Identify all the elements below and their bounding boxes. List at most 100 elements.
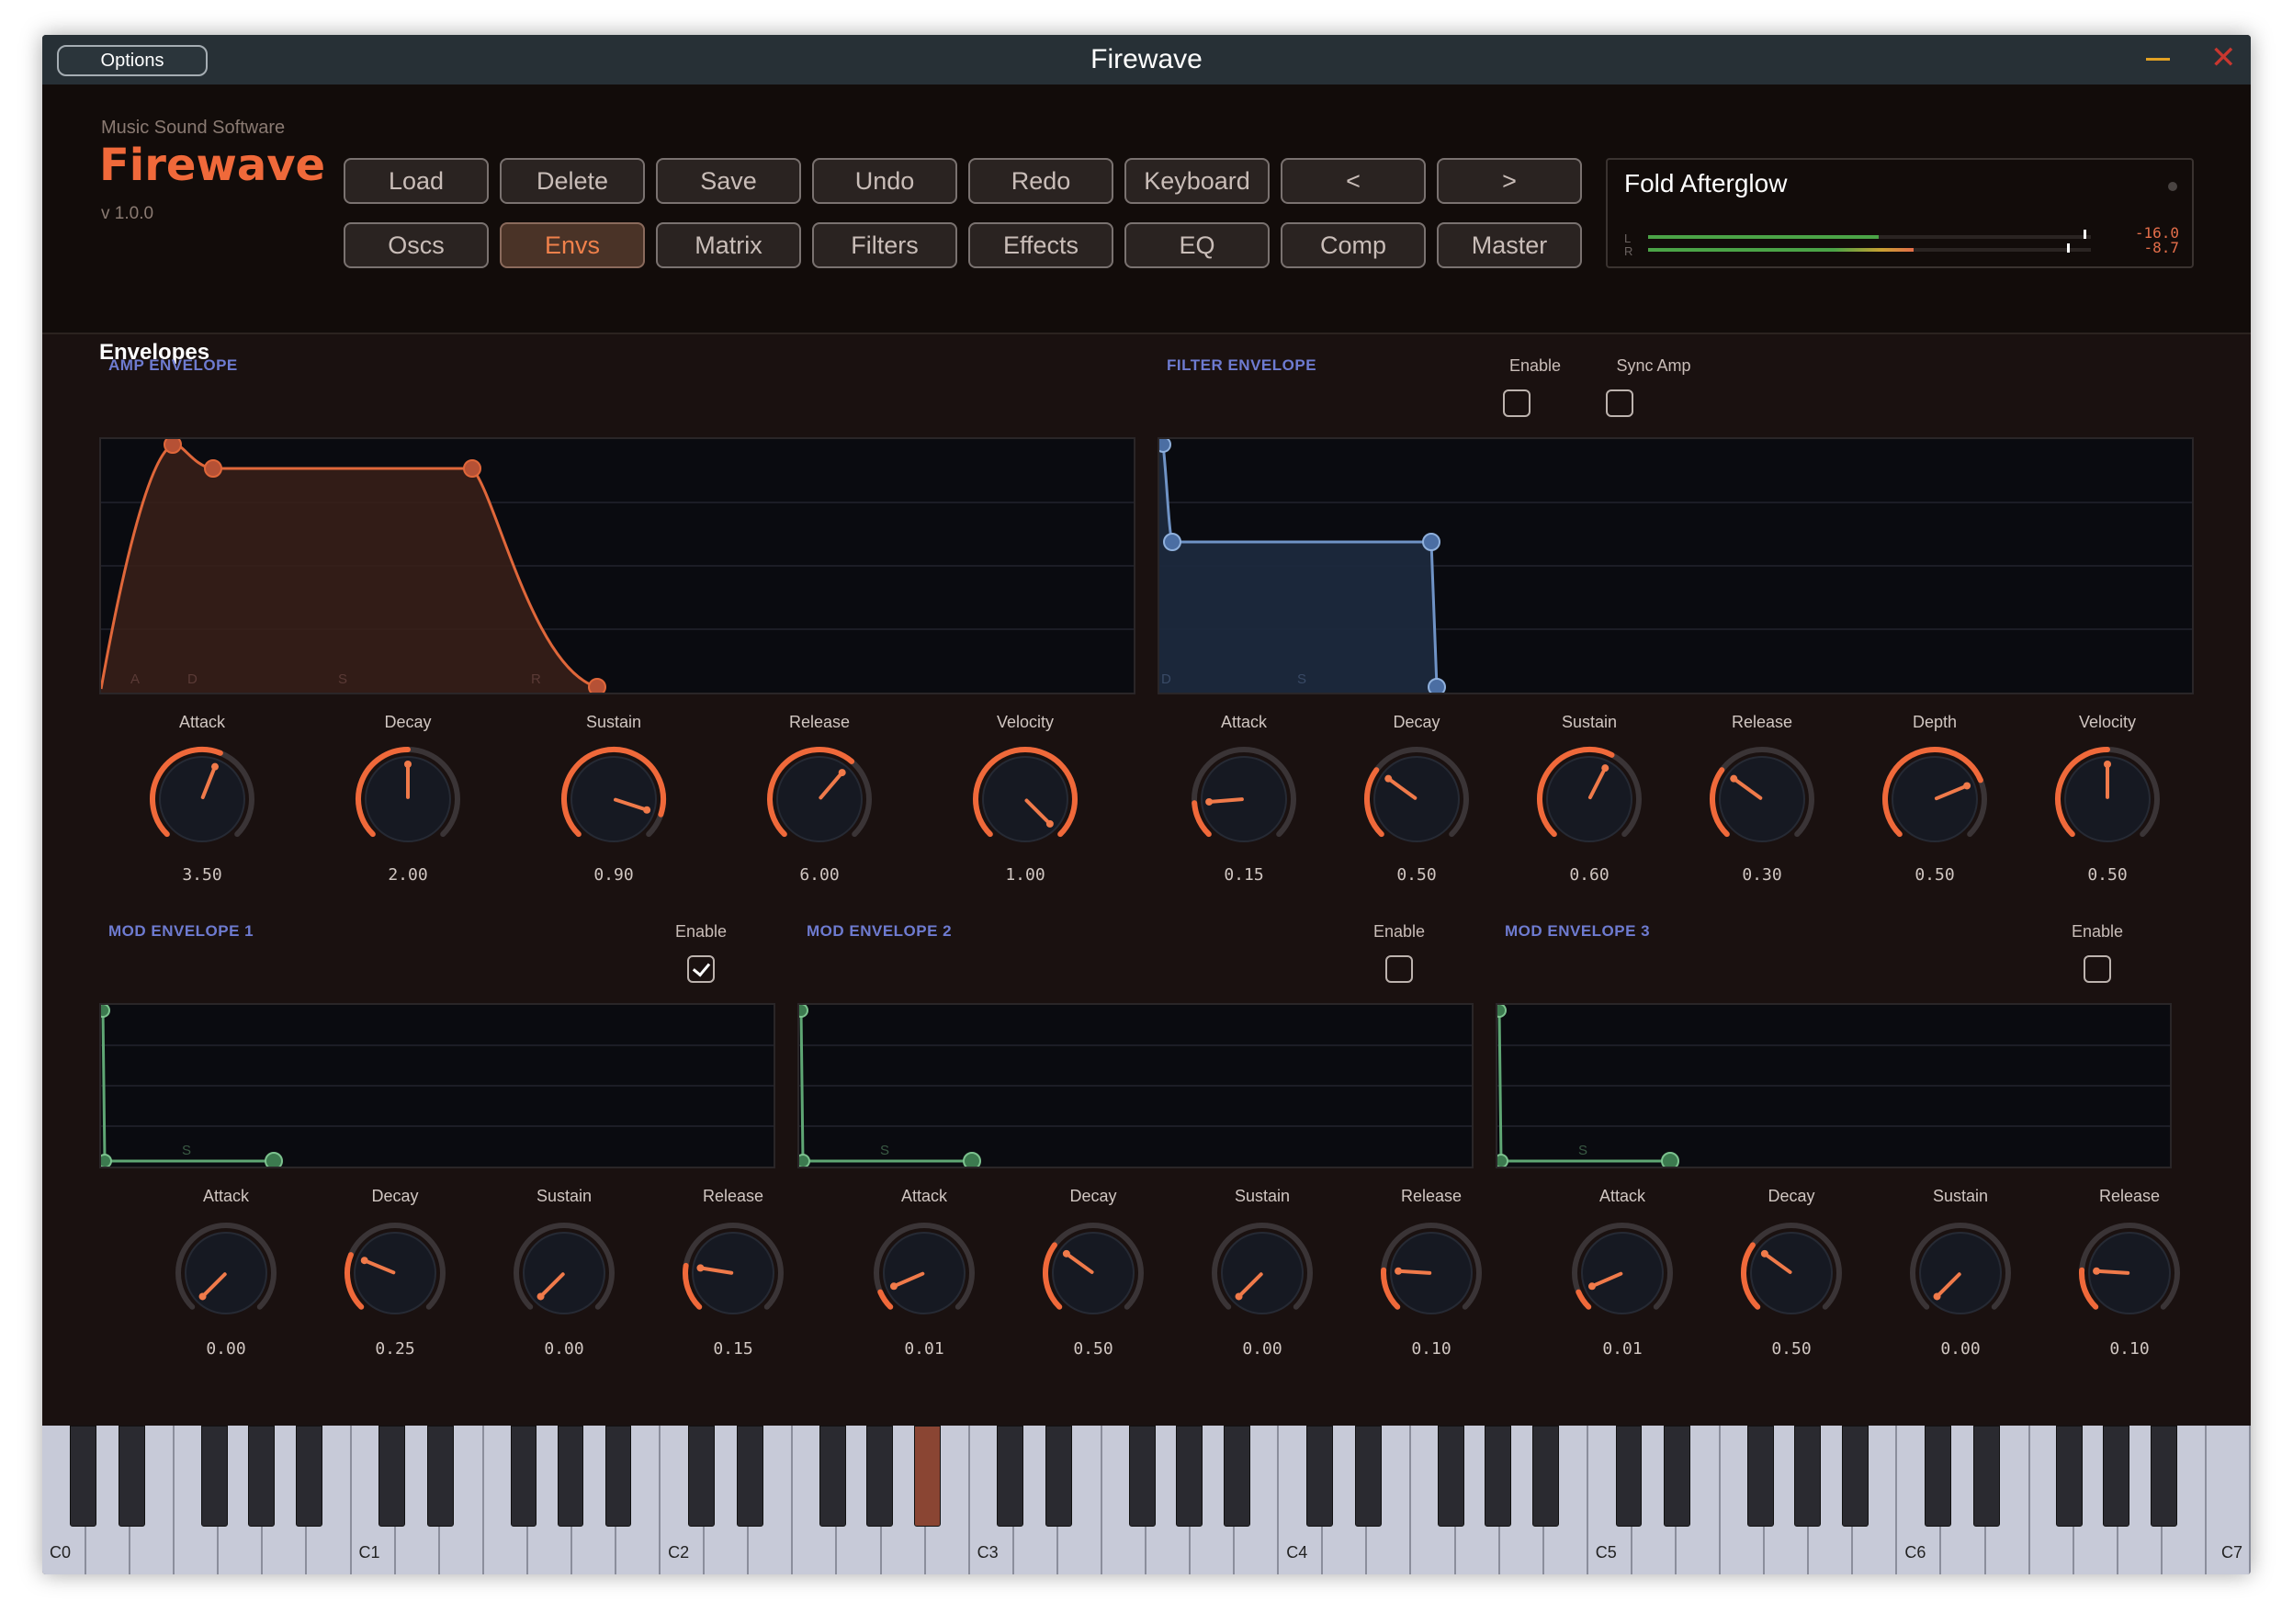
- black-key[interactable]: [1438, 1426, 1465, 1527]
- black-key[interactable]: [1532, 1426, 1560, 1527]
- mod1-attack-knob[interactable]: [173, 1220, 279, 1326]
- black-key[interactable]: [914, 1426, 941, 1527]
- mod2-sustain-knob[interactable]: [1209, 1220, 1316, 1326]
- mod2-attack-knob[interactable]: [871, 1220, 977, 1326]
- black-key[interactable]: [997, 1426, 1024, 1527]
- toolbar-button-redo[interactable]: Redo: [968, 158, 1113, 204]
- piano-keyboard[interactable]: C0 C1 C2 C3 C4 C5 C6 C7: [42, 1426, 2251, 1574]
- black-key[interactable]: [248, 1426, 275, 1527]
- minimize-icon[interactable]: [2146, 58, 2170, 61]
- black-key[interactable]: [1223, 1426, 1250, 1527]
- toolbar-button-matrix[interactable]: Matrix: [656, 222, 801, 268]
- filter-depth-knob[interactable]: [1880, 744, 1990, 854]
- amp-attack-knob[interactable]: [147, 744, 257, 854]
- mod3-attack-knob[interactable]: [1569, 1220, 1676, 1326]
- mod1-release-knob[interactable]: [680, 1220, 786, 1326]
- filter-velocity-knob[interactable]: [2052, 744, 2163, 854]
- toolbar-button-eq[interactable]: EQ: [1124, 222, 1270, 268]
- black-key[interactable]: [1045, 1426, 1073, 1527]
- black-key[interactable]: [1306, 1426, 1333, 1527]
- mod2-decay-knob[interactable]: [1040, 1220, 1146, 1326]
- mod3-release-knob[interactable]: [2076, 1220, 2183, 1326]
- black-key[interactable]: [736, 1426, 763, 1527]
- amp-sustain-knob[interactable]: [559, 744, 669, 854]
- filter-sustain-knob[interactable]: [1534, 744, 1644, 854]
- toolbar-button-comp[interactable]: Comp: [1281, 222, 1426, 268]
- mod-envelope-1-graph[interactable]: S: [99, 1003, 775, 1168]
- toolbar-button-delete[interactable]: Delete: [500, 158, 645, 204]
- filter-enable-checkbox[interactable]: [1503, 389, 1531, 417]
- black-key[interactable]: [687, 1426, 715, 1527]
- filter-attack-knob[interactable]: [1189, 744, 1299, 854]
- amp-sustain-value: 0.90: [593, 865, 634, 885]
- mod1-decay-knob[interactable]: [342, 1220, 448, 1326]
- filter-release-handle[interactable]: [1428, 678, 1446, 693]
- mod-envelope-3-graph[interactable]: S: [1496, 1003, 2172, 1168]
- black-key[interactable]: [1615, 1426, 1643, 1527]
- black-key[interactable]: [1354, 1426, 1382, 1527]
- filter-release-knob[interactable]: [1707, 744, 1817, 854]
- toolbar-button-save[interactable]: Save: [656, 158, 801, 204]
- filter-envelope-graph[interactable]: D S: [1158, 437, 2194, 694]
- black-key[interactable]: [1973, 1426, 2000, 1527]
- black-key[interactable]: [2103, 1426, 2130, 1527]
- black-key[interactable]: [201, 1426, 228, 1527]
- filter-attack-handle[interactable]: [1159, 439, 1171, 453]
- amp-release-knob[interactable]: [764, 744, 875, 854]
- mod3-release-value: 0.10: [2109, 1339, 2150, 1359]
- black-key[interactable]: [2151, 1426, 2178, 1527]
- toolbar-button-next[interactable]: >: [1437, 158, 1582, 204]
- black-key[interactable]: [378, 1426, 406, 1527]
- filter-decay-handle[interactable]: [1163, 533, 1181, 551]
- mod-envelope-2-enable-checkbox[interactable]: [1385, 955, 1413, 983]
- close-icon[interactable]: ✕: [2210, 42, 2237, 73]
- amp-envelope-graph[interactable]: A D S R: [99, 437, 1135, 694]
- black-key[interactable]: [118, 1426, 145, 1527]
- mod-envelope-2-graph[interactable]: S: [797, 1003, 1474, 1168]
- black-key[interactable]: [819, 1426, 847, 1527]
- preset-name[interactable]: Fold Afterglow: [1624, 169, 1787, 198]
- black-key[interactable]: [2056, 1426, 2084, 1527]
- decay-handle[interactable]: [204, 459, 222, 478]
- mod-envelope-3-enable-checkbox[interactable]: [2084, 955, 2111, 983]
- black-key[interactable]: [1841, 1426, 1869, 1527]
- toolbar-button-effects[interactable]: Effects: [968, 222, 1113, 268]
- mod2-release-knob[interactable]: [1378, 1220, 1485, 1326]
- black-key[interactable]: [1128, 1426, 1156, 1527]
- black-key[interactable]: [427, 1426, 455, 1527]
- black-key[interactable]: [1664, 1426, 1691, 1527]
- toolbar-button-filters[interactable]: Filters: [812, 222, 957, 268]
- sustain-handle[interactable]: [463, 459, 481, 478]
- toolbar-button-oscs[interactable]: Oscs: [344, 222, 489, 268]
- toolbar-button-undo[interactable]: Undo: [812, 158, 957, 204]
- amp-decay-knob[interactable]: [353, 744, 463, 854]
- filter-sync-checkbox[interactable]: [1606, 389, 1633, 417]
- attack-handle[interactable]: [164, 439, 182, 454]
- black-key[interactable]: [295, 1426, 322, 1527]
- black-key[interactable]: [866, 1426, 894, 1527]
- filter-sustain-handle[interactable]: [1422, 533, 1440, 551]
- black-key[interactable]: [604, 1426, 632, 1527]
- black-key[interactable]: [557, 1426, 584, 1527]
- mod-envelope-1-enable-checkbox[interactable]: [687, 955, 715, 983]
- meter-right-label: R: [1624, 244, 1633, 258]
- mod3-decay-knob[interactable]: [1738, 1220, 1845, 1326]
- black-key[interactable]: [1925, 1426, 1951, 1527]
- black-key[interactable]: [1175, 1426, 1203, 1527]
- filter-decay-knob[interactable]: [1361, 744, 1472, 854]
- mod3-sustain-knob[interactable]: [1907, 1220, 2014, 1326]
- amp-velocity-knob[interactable]: [970, 744, 1080, 854]
- toolbar-button-master[interactable]: Master: [1437, 222, 1582, 268]
- toolbar-button-envs[interactable]: Envs: [500, 222, 645, 268]
- release-handle[interactable]: [588, 678, 606, 693]
- black-key[interactable]: [510, 1426, 537, 1527]
- black-key[interactable]: [1793, 1426, 1821, 1527]
- black-key[interactable]: [1746, 1426, 1774, 1527]
- black-key[interactable]: [1485, 1426, 1512, 1527]
- mod2-attack-label: Attack: [900, 1187, 948, 1205]
- toolbar-button-keyboard[interactable]: Keyboard: [1124, 158, 1270, 204]
- black-key[interactable]: [69, 1426, 96, 1527]
- toolbar-button-prev[interactable]: <: [1281, 158, 1426, 204]
- toolbar-button-load[interactable]: Load: [344, 158, 489, 204]
- mod1-sustain-knob[interactable]: [511, 1220, 617, 1326]
